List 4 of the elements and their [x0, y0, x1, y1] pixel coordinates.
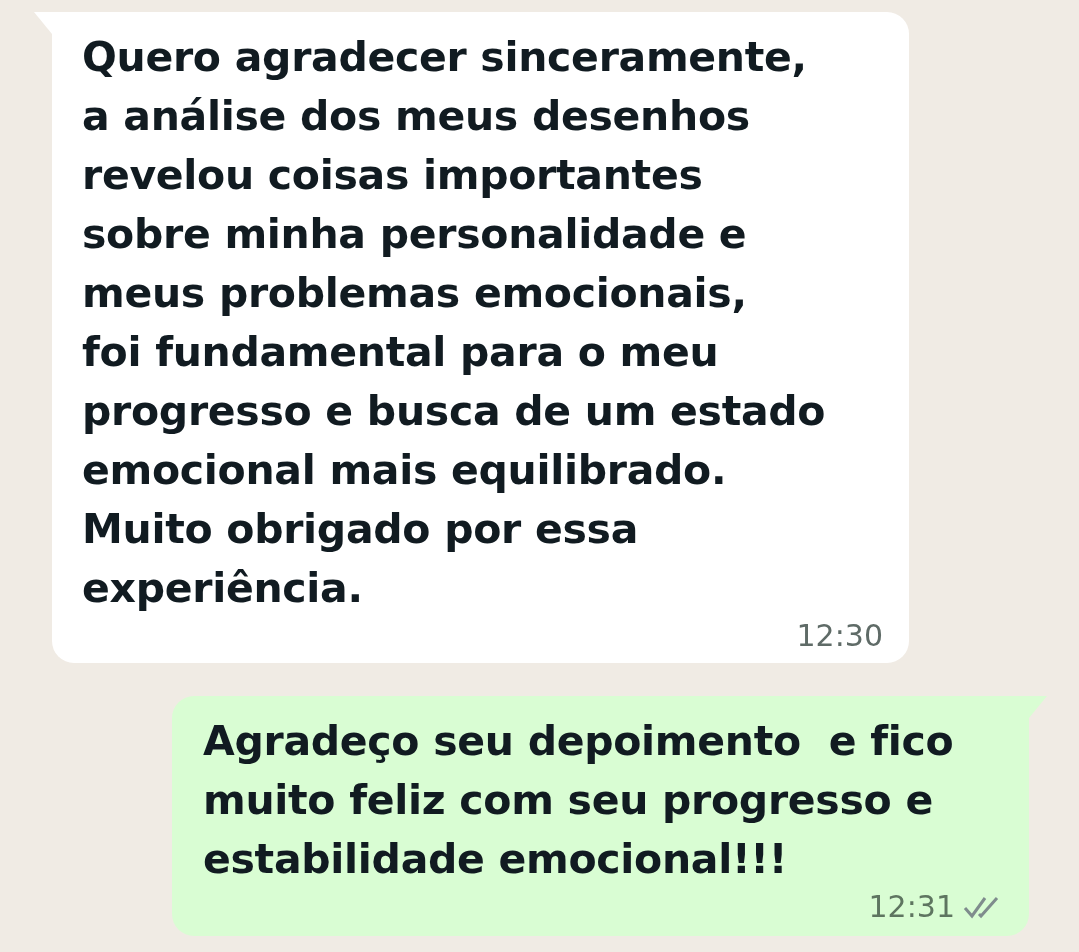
- message-text: Agradeço seu depoimento e fico muito feliz com seu progresso e estabilidade emocional!!!: [203, 716, 954, 885]
- message-time: 12:31: [868, 889, 955, 924]
- message-time: 12:30: [796, 618, 883, 653]
- message-text: Quero agradecer sinceramente, a análise dos meus desenhos revelou coisas importantes sobre minha personalidade e meus problemas emocionais, foi fundamental para o meu progresso e busca de um estado emocional mais equilibrado. Muito obrigado por essa experiência.: [82, 32, 826, 614]
